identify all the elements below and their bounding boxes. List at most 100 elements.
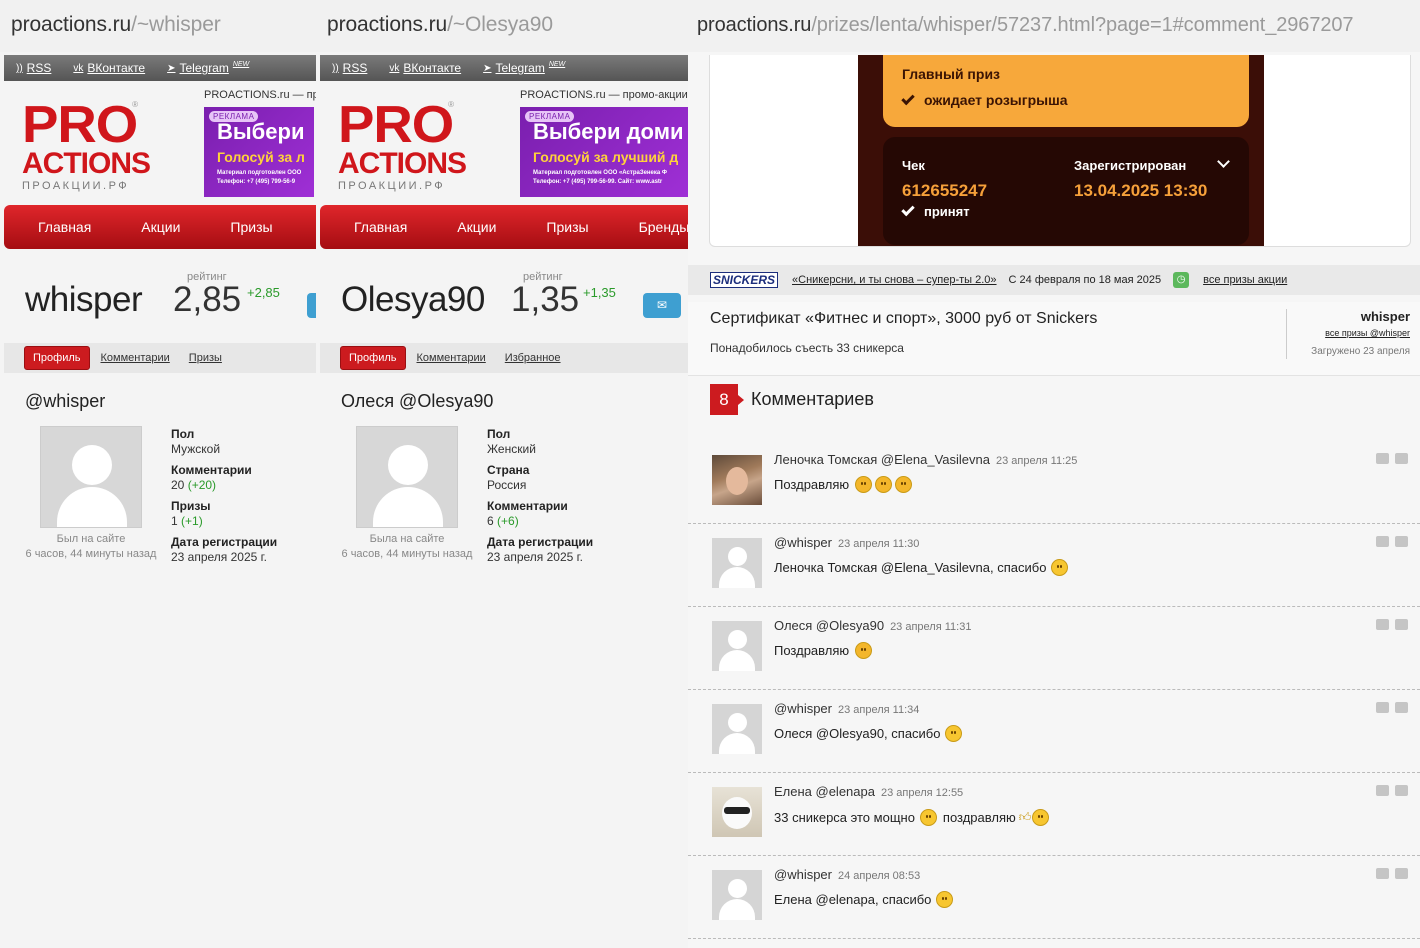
message-button[interactable]: ✉ (307, 293, 316, 318)
site-logo[interactable]: PRO ACTIONS ПРОАКЦИИ.РФ ® (338, 99, 467, 196)
prize-owner[interactable]: whisper (1361, 309, 1410, 324)
vk-label: ВКонтакте (403, 61, 462, 75)
url-host: proactions.ru (697, 14, 812, 36)
nav-prizes[interactable]: Призы (546, 219, 588, 235)
thumbs-down-icon[interactable] (1395, 453, 1408, 464)
tab-comments[interactable]: Комментарии (417, 352, 486, 364)
nav-home[interactable]: Главная (38, 219, 91, 235)
chevron-down-icon[interactable] (1217, 155, 1230, 168)
comment-author[interactable]: Елена @elenapa (774, 784, 875, 799)
check-box: Чек 612655247 принят Зарегистрирован 13.… (883, 137, 1249, 245)
thumbs-down-icon[interactable] (1395, 619, 1408, 630)
thumbs-up-icon[interactable] (1376, 785, 1389, 796)
comment-author[interactable]: @whisper (774, 535, 832, 550)
comment-author[interactable]: @whisper (774, 867, 832, 882)
thumbs-down-icon[interactable] (1395, 536, 1408, 547)
tab-prizes[interactable]: Призы (189, 352, 222, 364)
comments-header: 8 Комментариев (710, 384, 874, 415)
prize-info: Сертификат «Фитнес и спорт», 3000 руб от… (688, 302, 1420, 376)
avatar[interactable] (712, 538, 762, 588)
profile-info: Пол Женский Страна Россия Комментарии 6 (+6… (487, 427, 593, 571)
upload-date: Загружено 23 апреля (1311, 346, 1410, 357)
check-icon (901, 202, 915, 217)
ad-fineprint-2: Телефон: +7 (495) 799-56-9 (217, 179, 296, 185)
vk-link[interactable]: vk ВКонтакте (389, 61, 461, 75)
address-bar[interactable]: proactions.ru/~whisper (0, 0, 316, 52)
comments-title: Комментариев (751, 389, 874, 409)
info-label: Страна (487, 463, 530, 477)
ad-fineprint-1: Материал подготовлен ООО (217, 170, 302, 176)
avatar[interactable] (712, 455, 762, 505)
rss-icon: )) (332, 62, 339, 74)
address-bar[interactable]: proactions.ru/~Olesya90 (316, 0, 688, 52)
ad-headline: Выбери доми (533, 119, 684, 144)
nav-promotions[interactable]: Акции (457, 219, 496, 235)
tab-profile[interactable]: Профиль (24, 346, 90, 370)
all-promo-prizes-link[interactable]: все призы акции (1203, 274, 1287, 286)
thumbs-down-icon[interactable] (1395, 785, 1408, 796)
tab-favorites[interactable]: Избранное (505, 352, 561, 364)
vk-link[interactable]: vk ВКонтакте (73, 61, 145, 75)
info-gender: Пол Женский (487, 427, 593, 457)
comment: @whisper 23 апреля 11:34 Олеся @Olesya90,… (688, 690, 1420, 773)
info-label: Дата регистрации (487, 535, 594, 549)
comment-author[interactable]: @whisper (774, 701, 832, 716)
url-host: proactions.ru (11, 13, 132, 36)
thumbs-up-icon[interactable] (1376, 453, 1389, 464)
thumbs-up-icon[interactable] (1376, 702, 1389, 713)
avatar[interactable] (712, 621, 762, 671)
owner-all-prizes-link[interactable]: все призы @whisper (1325, 328, 1410, 338)
rss-link[interactable]: )) RSS (16, 61, 51, 75)
nav-promotions[interactable]: Акции (141, 219, 180, 235)
nav-home[interactable]: Главная (354, 219, 407, 235)
comment-author[interactable]: Леночка Томская @Elena_Vasilevna (774, 452, 990, 467)
telegram-link[interactable]: ➤ Telegram NEW (483, 61, 565, 76)
tagline: PROACTIONS.ru — промо-акции, (520, 89, 688, 101)
grin-emoji-icon (919, 809, 937, 826)
thumbs-up-icon[interactable] (1376, 536, 1389, 547)
tab-profile[interactable]: Профиль (340, 346, 406, 370)
comment-time: 23 апреля 11:34 (838, 704, 920, 716)
address-bar[interactable]: proactions.ru/prizes/lenta/whisper/57237… (688, 0, 1420, 52)
info-value: Женский (487, 442, 536, 456)
avatar[interactable] (712, 870, 762, 920)
ad-banner[interactable]: РЕКЛАМА Выбери доми Голосуй за лучший д … (520, 107, 688, 197)
info-comments: Комментарии 20 (+20) (171, 463, 277, 493)
ad-banner[interactable]: РЕКЛАМА Выбери Голосуй за л Материал под… (204, 107, 314, 197)
nav-prizes[interactable]: Призы (230, 219, 272, 235)
party-emoji-icon (875, 476, 893, 493)
rss-label: RSS (342, 61, 368, 75)
thumbs-down-icon[interactable] (1395, 868, 1408, 879)
brand-logo[interactable]: SNICKERS (710, 272, 779, 288)
thumbs-down-icon[interactable] (1395, 702, 1408, 713)
site-logo[interactable]: PRO ACTIONS ПРОАКЦИИ.РФ ® (22, 99, 151, 196)
thumbs-up-emoji-icon: 👍︎ (1018, 810, 1032, 824)
smile-emoji-icon (936, 891, 954, 908)
logo-ru-text: ПРОАКЦИИ.РФ (338, 180, 446, 192)
rating-value: 1,35 (511, 280, 580, 319)
comment-author[interactable]: Олеся @Olesya90 (774, 618, 884, 633)
vote-buttons (1376, 785, 1408, 796)
info-value: 23 апреля 2025 г. (487, 550, 583, 564)
message-button[interactable]: ✉ (643, 293, 681, 318)
tagline: PROACTIONS.ru — пр (204, 89, 316, 101)
tab-comments[interactable]: Комментарии (101, 352, 170, 364)
thumbs-up-icon[interactable] (1376, 619, 1389, 630)
vote-buttons (1376, 619, 1408, 630)
comment: Елена @elenapa 23 апреля 12:55 33 сникерс… (688, 773, 1420, 856)
receipt-card: Главный приз ожидает розыгрыша Чек 61265… (709, 55, 1411, 247)
telegram-link[interactable]: ➤ Telegram NEW (167, 61, 249, 76)
rss-link[interactable]: )) RSS (332, 61, 367, 75)
nav-brands[interactable]: Бренды (639, 219, 688, 235)
telegram-label: Telegram (495, 61, 545, 75)
avatar[interactable] (712, 787, 762, 837)
smile-emoji-icon (945, 725, 963, 742)
comment-body: Леночка Томская @Elena_Vasilevna, спасиб… (774, 560, 1047, 575)
comment-body: Олеся @Olesya90, спасибо (774, 726, 941, 741)
thumbs-up-icon[interactable] (1376, 868, 1389, 879)
info-label: Пол (487, 427, 511, 441)
info-label: Призы (171, 499, 211, 513)
promo-link[interactable]: «Сникерсни, и ты снова – супер-ты 2.0» (792, 274, 997, 286)
avatar[interactable] (712, 704, 762, 754)
check-icon (901, 91, 915, 105)
